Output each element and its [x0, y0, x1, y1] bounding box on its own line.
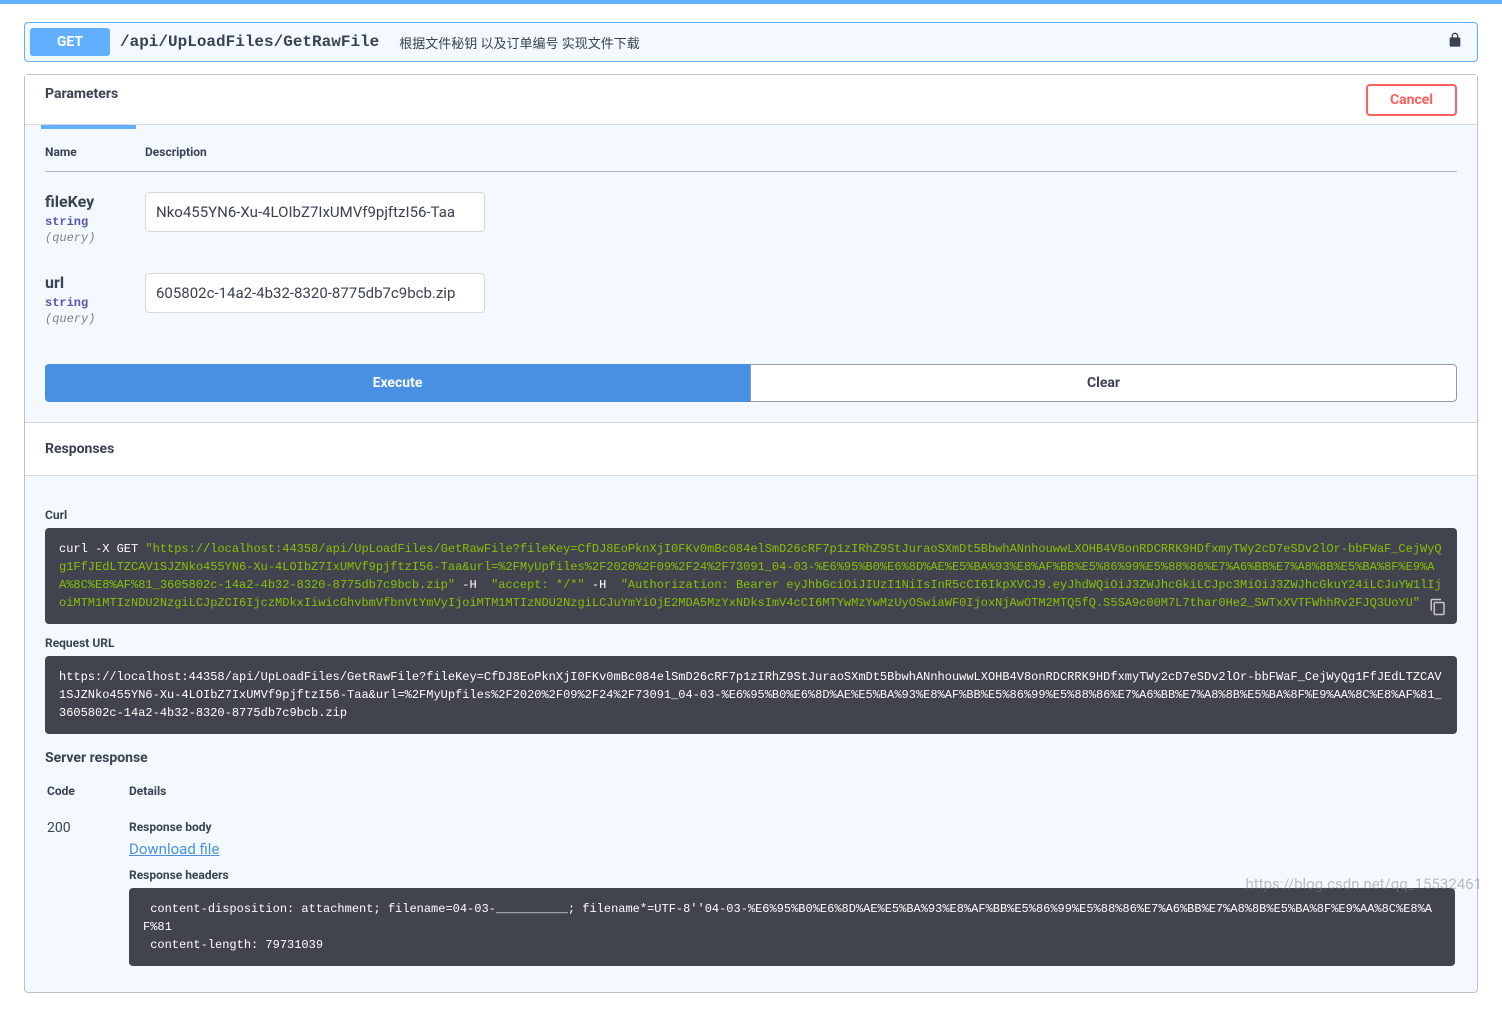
param-name: url — [45, 273, 125, 292]
http-method-badge: GET — [30, 28, 110, 56]
response-body-label: Response body — [129, 820, 1455, 834]
response-table: Code Details 200 Response body Download … — [45, 776, 1457, 972]
responses-body: Curl curl -X GET "https://localhost:4435… — [25, 476, 1477, 992]
col-name-header: Name — [45, 145, 145, 172]
response-code: 200 — [47, 806, 127, 970]
param-name: fileKey — [45, 192, 125, 211]
top-accent-bar — [0, 0, 1502, 4]
execute-button[interactable]: Execute — [45, 364, 750, 402]
filekey-input[interactable] — [145, 192, 485, 232]
operation-path: /api/UpLoadFiles/GetRawFile — [120, 33, 379, 51]
parameters-body: Name Description fileKey string (query) — [25, 125, 1477, 422]
server-response-label: Server response — [45, 750, 1457, 766]
clear-button[interactable]: Clear — [750, 364, 1457, 402]
download-file-link[interactable]: Download file — [129, 840, 219, 858]
responses-header: Responses — [25, 422, 1477, 476]
details-header: Details — [129, 778, 1455, 804]
curl-label: Curl — [45, 508, 1457, 522]
operation-header[interactable]: GET /api/UpLoadFiles/GetRawFile 根据文件秘钥 以… — [24, 22, 1478, 62]
lock-icon[interactable] — [1447, 32, 1463, 52]
parameters-title: Parameters — [45, 86, 118, 114]
cancel-button[interactable]: Cancel — [1366, 84, 1457, 116]
parameters-header: Parameters Cancel — [25, 75, 1477, 125]
request-url-block: https://localhost:44358/api/UpLoadFiles/… — [45, 656, 1457, 734]
param-in: (query) — [45, 312, 125, 326]
response-headers-block: content-disposition: attachment; filenam… — [129, 888, 1455, 966]
response-row: 200 Response body Download file Response… — [47, 806, 1455, 970]
curl-flag: -H — [585, 578, 621, 592]
responses-title: Responses — [45, 441, 114, 457]
execute-row: Execute Clear — [45, 364, 1457, 402]
url-input[interactable] — [145, 273, 485, 313]
curl-flag: -H — [455, 578, 491, 592]
param-type: string — [45, 296, 125, 310]
param-in: (query) — [45, 231, 125, 245]
col-description-header: Description — [145, 145, 1457, 172]
curl-cmd: curl -X GET — [59, 542, 145, 556]
watermark: https://blog.csdn.net/qq_15532461 — [1246, 875, 1483, 893]
param-type: string — [45, 215, 125, 229]
code-header: Code — [47, 778, 127, 804]
param-row: fileKey string (query) — [45, 172, 1457, 254]
operation-content: Parameters Cancel Name Description fileK… — [24, 74, 1478, 993]
curl-block: curl -X GET "https://localhost:44358/api… — [45, 528, 1457, 624]
parameters-table: Name Description fileKey string (query) — [45, 145, 1457, 334]
param-row: url string (query) — [45, 253, 1457, 334]
curl-header-accept: "accept: */*" — [491, 578, 585, 592]
operation-summary: 根据文件秘钥 以及订单编号 实现文件下载 — [399, 33, 639, 52]
request-url-label: Request URL — [45, 636, 1457, 650]
copy-icon[interactable] — [1429, 598, 1447, 616]
